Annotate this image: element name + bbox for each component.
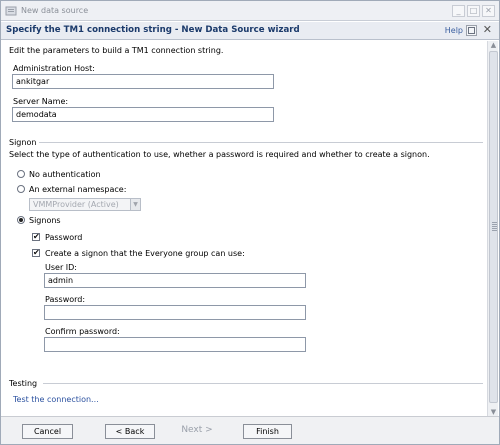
user-id-label: User ID:	[45, 263, 77, 272]
signon-heading: Signon	[9, 138, 37, 147]
window-close-button[interactable]: ✕	[482, 5, 495, 17]
wizard-header: Specify the TM1 connection string - New …	[1, 22, 499, 40]
signon-divider	[39, 142, 483, 143]
intro-text: Edit the parameters to build a TM1 conne…	[9, 46, 224, 55]
chevron-down-icon: ▼	[130, 199, 140, 210]
password-checkbox-label: Password	[45, 233, 83, 242]
grip-icon	[492, 222, 497, 231]
help-link[interactable]: Help	[445, 26, 463, 35]
window-titlebar: New data source _ □ ✕	[1, 1, 499, 21]
namespace-select-value: VMMProvider (Active)	[33, 200, 119, 209]
server-name-input[interactable]: demodata	[12, 107, 274, 122]
window-controls: _ □ ✕	[452, 5, 495, 17]
testing-divider	[43, 383, 483, 384]
scroll-up-icon[interactable]: ▲	[489, 41, 498, 50]
no-auth-label: No authentication	[29, 170, 101, 179]
signon-description: Select the type of authentication to use…	[9, 150, 430, 159]
confirm-password-label: Confirm password:	[45, 327, 120, 336]
data-source-icon	[5, 6, 17, 16]
password-input[interactable]	[44, 305, 306, 320]
external-namespace-label: An external namespace:	[29, 185, 127, 194]
password-checkbox[interactable]: ✔	[32, 233, 40, 241]
everyone-signon-label: Create a signon that the Everyone group …	[45, 249, 245, 258]
no-auth-radio[interactable]	[17, 170, 25, 178]
wizard-window: New data source _ □ ✕ Specify the TM1 co…	[0, 0, 500, 445]
dialog-close-icon[interactable]: ✕	[483, 23, 492, 36]
user-id-input[interactable]: admin	[44, 273, 306, 288]
password-label: Password:	[45, 295, 86, 304]
admin-host-label: Administration Host:	[13, 64, 95, 73]
help-icon[interactable]	[466, 25, 477, 36]
next-button[interactable]: Next >	[172, 424, 222, 439]
confirm-password-input[interactable]	[44, 337, 306, 352]
wizard-footer: Cancel < Back Next > Finish	[1, 416, 499, 444]
page-title: Specify the TM1 connection string - New …	[6, 25, 300, 35]
everyone-signon-checkbox[interactable]: ✔	[32, 249, 40, 257]
minimize-button[interactable]: _	[452, 5, 465, 17]
external-namespace-radio[interactable]	[17, 185, 25, 193]
maximize-button[interactable]: □	[467, 5, 480, 17]
signons-label: Signons	[29, 216, 61, 225]
namespace-select[interactable]: VMMProvider (Active) ▼	[29, 198, 141, 211]
vertical-scrollbar[interactable]: ▲ ▼	[487, 41, 498, 417]
testing-heading: Testing	[9, 379, 38, 388]
test-connection-link[interactable]: Test the connection...	[13, 395, 99, 404]
window-title: New data source	[21, 6, 89, 15]
admin-host-input[interactable]: ankitgar	[12, 74, 274, 89]
scrollbar-thumb[interactable]	[489, 51, 498, 403]
finish-button[interactable]: Finish	[243, 424, 292, 439]
signons-radio[interactable]	[17, 216, 25, 224]
cancel-button[interactable]: Cancel	[22, 424, 73, 439]
back-button[interactable]: < Back	[105, 424, 155, 439]
server-name-label: Server Name:	[13, 97, 69, 106]
